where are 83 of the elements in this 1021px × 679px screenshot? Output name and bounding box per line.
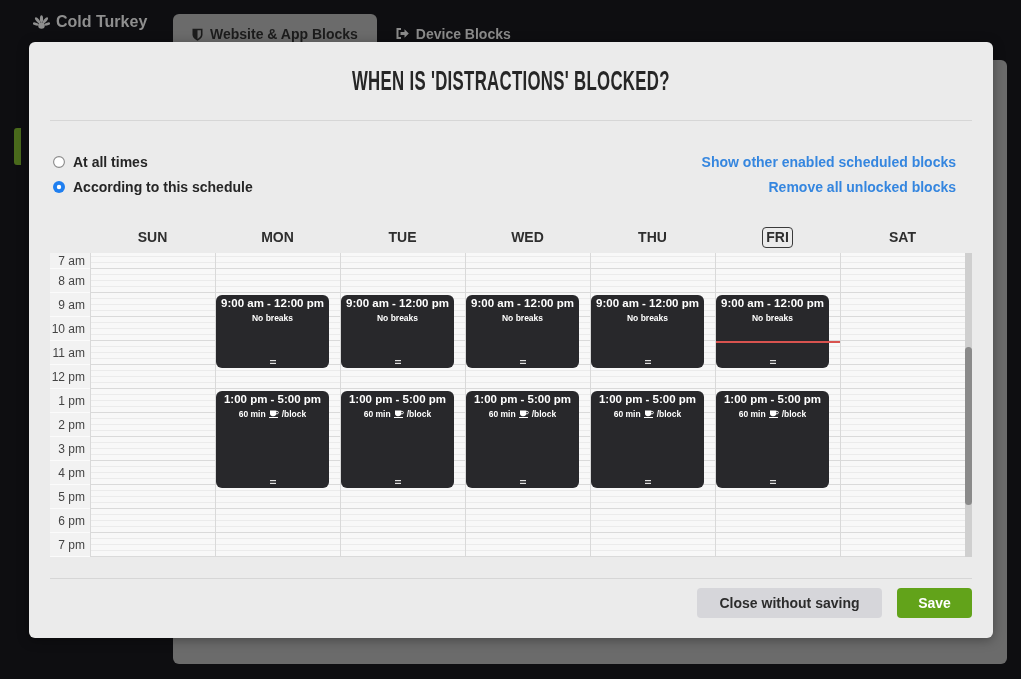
block-note: No breaks (751, 313, 794, 323)
block-time: 9:00 am - 12:00 pm (346, 296, 449, 310)
schedule-block[interactable]: 9:00 am - 12:00 pm No breaks (716, 295, 829, 368)
block-time: 1:00 pm - 5:00 pm (723, 392, 822, 406)
scrollbar-thumb[interactable] (965, 347, 972, 505)
cup-icon (268, 410, 279, 418)
break-unit: /block (406, 409, 432, 419)
break-unit: /block (656, 409, 682, 419)
block-note: No breaks (251, 313, 294, 323)
day-header: WED (510, 228, 545, 247)
time-label: 11 am (52, 345, 85, 360)
break-length: 60 min (488, 409, 516, 419)
logo-icon (33, 15, 50, 29)
time-label: 10 am (51, 321, 85, 336)
cup-icon (518, 410, 529, 418)
block-time: 9:00 am - 12:00 pm (221, 296, 324, 310)
drag-handle-icon[interactable] (644, 480, 651, 484)
time-label: 1 pm (58, 393, 85, 408)
logo-text: Cold Turkey (56, 14, 148, 30)
schedule-block[interactable]: 9:00 am - 12:00 pm No breaks (216, 295, 329, 368)
time-label: 12 pm (51, 369, 85, 384)
break-length: 60 min (738, 409, 766, 419)
schedule-block[interactable]: 1:00 pm - 5:00 pm 60 min /block (466, 391, 579, 488)
break-unit: /block (281, 409, 307, 419)
cup-icon (643, 410, 654, 418)
block-time: 1:00 pm - 5:00 pm (473, 392, 572, 406)
block-note: No breaks (376, 313, 419, 323)
time-label: 4 pm (58, 465, 85, 480)
dialog-title: WHEN IS 'DISTRACTIONS' BLOCKED? (352, 65, 670, 97)
day-header: SUN (136, 228, 169, 247)
block-time: 1:00 pm - 5:00 pm (348, 392, 447, 406)
cup-icon (768, 410, 779, 418)
time-label: 9 am (58, 297, 85, 312)
time-label: 2 pm (58, 417, 85, 432)
cancel-button[interactable]: Close without saving (697, 588, 882, 618)
time-label: 5 pm (58, 489, 85, 504)
day-header: TUE (387, 228, 418, 247)
tab[interactable]: Device Blocks (376, 14, 530, 42)
radio-label[interactable]: According to this schedule (73, 178, 253, 195)
schedule-block[interactable]: 9:00 am - 12:00 pm No breaks (591, 295, 704, 368)
time-label: 3 pm (58, 441, 85, 456)
schedule-block[interactable]: 1:00 pm - 5:00 pm 60 min /block (341, 391, 454, 488)
block-time: 1:00 pm - 5:00 pm (598, 392, 697, 406)
sidebar-indicator (14, 128, 21, 165)
block-time: 9:00 am - 12:00 pm (471, 296, 574, 310)
drag-handle-icon[interactable] (394, 360, 401, 364)
radio-button[interactable] (53, 180, 65, 193)
block-time: 1:00 pm - 5:00 pm (223, 392, 322, 406)
block-note: No breaks (501, 313, 544, 323)
day-header: MON (260, 228, 295, 247)
time-label: 6 pm (58, 513, 85, 528)
shield-icon (192, 28, 203, 41)
radio-button[interactable] (53, 155, 65, 168)
drag-handle-icon[interactable] (269, 480, 276, 484)
time-label: 7 am (58, 253, 85, 268)
day-header: SAT (888, 228, 917, 247)
drag-handle-icon[interactable] (394, 480, 401, 484)
time-label: 7 pm (58, 537, 85, 552)
block-note: No breaks (626, 313, 669, 323)
drag-handle-icon[interactable] (269, 360, 276, 364)
break-length: 60 min (613, 409, 641, 419)
schedule-block[interactable]: 1:00 pm - 5:00 pm 60 min /block (591, 391, 704, 488)
drag-handle-icon[interactable] (519, 480, 526, 484)
block-time: 9:00 am - 12:00 pm (721, 296, 824, 310)
drag-handle-icon[interactable] (769, 360, 776, 364)
break-length: 60 min (238, 409, 266, 419)
day-header: FRI (762, 227, 793, 248)
break-unit: /block (531, 409, 557, 419)
drag-handle-icon[interactable] (769, 480, 776, 484)
time-label: 8 am (58, 273, 85, 288)
schedule-block[interactable]: 9:00 am - 12:00 pm No breaks (466, 295, 579, 368)
break-length: 60 min (363, 409, 391, 419)
block-time: 9:00 am - 12:00 pm (596, 296, 699, 310)
arrow-right-icon (395, 28, 409, 39)
radio-label[interactable]: At all times (73, 153, 148, 170)
cup-icon (393, 410, 404, 418)
break-unit: /block (781, 409, 807, 419)
schedule-block[interactable]: 9:00 am - 12:00 pm No breaks (341, 295, 454, 368)
schedule-block[interactable]: 1:00 pm - 5:00 pm 60 min /block (716, 391, 829, 488)
day-header: THU (637, 228, 668, 247)
schedule-block[interactable]: 1:00 pm - 5:00 pm 60 min /block (216, 391, 329, 488)
drag-handle-icon[interactable] (519, 360, 526, 364)
drag-handle-icon[interactable] (644, 360, 651, 364)
